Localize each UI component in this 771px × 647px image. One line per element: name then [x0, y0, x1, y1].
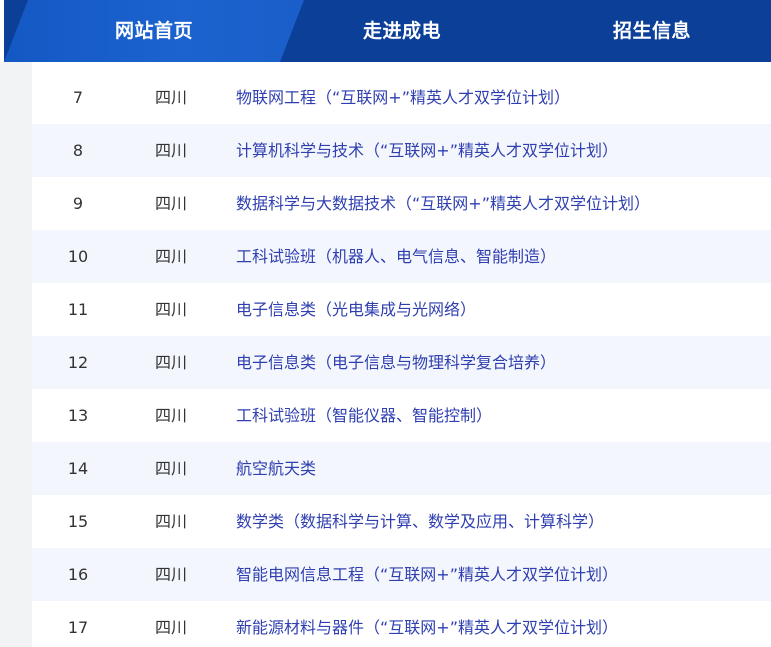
row-number: 10	[67, 247, 89, 266]
left-gutter	[0, 62, 32, 647]
row-major-link[interactable]: 新能源材料与器件（“互联网+”精英人才双学位计划）	[236, 601, 618, 647]
table-row: 11 四川 电子信息类（光电集成与光网络）	[32, 283, 771, 336]
row-province: 四川	[154, 512, 187, 531]
table-row: 16 四川 智能电网信息工程（“互联网+”精英人才双学位计划）	[32, 548, 771, 601]
row-major-link[interactable]: 物联网工程（“互联网+”精英人才双学位计划）	[236, 71, 570, 124]
row-number: 14	[67, 459, 89, 478]
row-major-link[interactable]: 数学类（数据科学与计算、数学及应用、计算科学）	[236, 495, 604, 548]
row-province: 四川	[154, 353, 187, 372]
row-number: 15	[67, 512, 89, 531]
top-navigation: 网站首页 走进成电 招生信息	[0, 0, 771, 62]
row-number: 13	[67, 406, 89, 425]
row-number: 8	[72, 141, 84, 160]
row-major-link[interactable]: 计算机科学与技术（“互联网+”精英人才双学位计划）	[236, 124, 618, 177]
nav-item-admission-info[interactable]: 招生信息	[613, 0, 691, 62]
row-province: 四川	[154, 406, 187, 425]
table-row: 14 四川 航空航天类	[32, 442, 771, 495]
row-province: 四川	[154, 565, 187, 584]
row-number: 17	[67, 618, 89, 637]
row-province: 四川	[154, 300, 187, 319]
table-row: 17 四川 新能源材料与器件（“互联网+”精英人才双学位计划）	[32, 601, 771, 647]
table-row: 12 四川 电子信息类（电子信息与物理科学复合培养）	[32, 336, 771, 389]
row-major-link[interactable]: 工科试验班（机器人、电气信息、智能制造）	[236, 230, 556, 283]
row-major-link[interactable]: 数据科学与大数据技术（“互联网+”精英人才双学位计划）	[236, 177, 650, 230]
row-major-link[interactable]: 航空航天类	[236, 442, 316, 495]
row-major-link[interactable]: 智能电网信息工程（“互联网+”精英人才双学位计划）	[236, 548, 618, 601]
row-number: 16	[67, 565, 89, 584]
row-major-link[interactable]: 电子信息类（电子信息与物理科学复合培养）	[236, 336, 556, 389]
table-row: 10 四川 工科试验班（机器人、电气信息、智能制造）	[32, 230, 771, 283]
row-number: 9	[72, 194, 84, 213]
row-province: 四川	[154, 459, 187, 478]
row-province: 四川	[154, 247, 187, 266]
row-province: 四川	[154, 194, 187, 213]
row-number: 11	[67, 300, 89, 319]
row-number: 12	[67, 353, 89, 372]
row-province: 四川	[154, 88, 187, 107]
table-row: 7 四川 物联网工程（“互联网+”精英人才双学位计划）	[32, 71, 771, 124]
row-major-link[interactable]: 电子信息类（光电集成与光网络）	[236, 283, 476, 336]
row-number: 7	[72, 88, 84, 107]
table-row: 15 四川 数学类（数据科学与计算、数学及应用、计算科学）	[32, 495, 771, 548]
page: 网站首页 走进成电 招生信息 7 四川 物联网工程（“互联网+”精英人才双学位计…	[0, 0, 771, 647]
table-row: 9 四川 数据科学与大数据技术（“互联网+”精英人才双学位计划）	[32, 177, 771, 230]
admission-plan-table: 7 四川 物联网工程（“互联网+”精英人才双学位计划） 8 四川 计算机科学与技…	[32, 71, 771, 647]
row-province: 四川	[154, 618, 187, 637]
row-major-link[interactable]: 工科试验班（智能仪器、智能控制）	[236, 389, 492, 442]
table-row: 13 四川 工科试验班（智能仪器、智能控制）	[32, 389, 771, 442]
nav-item-home[interactable]: 网站首页	[115, 0, 193, 62]
nav-item-about[interactable]: 走进成电	[363, 0, 441, 62]
table-row: 8 四川 计算机科学与技术（“互联网+”精英人才双学位计划）	[32, 124, 771, 177]
row-province: 四川	[154, 141, 187, 160]
